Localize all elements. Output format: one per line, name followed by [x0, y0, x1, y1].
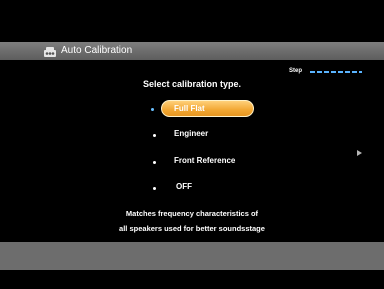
bottom-bar	[0, 242, 384, 270]
option-off[interactable]: OFF	[0, 177, 384, 197]
step-progress-indicator	[310, 71, 362, 73]
calibration-screen: Auto Calibration Step Select calibration…	[0, 0, 384, 289]
option-bullet	[153, 187, 156, 190]
description-line-1: Matches frequency characteristics of	[125, 209, 259, 218]
option-front-reference[interactable]: Front Reference	[0, 151, 384, 171]
description-line-2: all speakers used for better soundsstage	[119, 224, 265, 233]
right-arrow-icon[interactable]	[357, 150, 362, 156]
title-text: Auto Calibration	[61, 45, 133, 56]
option-bullet	[151, 108, 154, 111]
option-bullet	[153, 134, 156, 137]
option-label: Front Reference	[174, 156, 236, 165]
option-engineer[interactable]: Engineer	[0, 124, 384, 144]
option-full-flat[interactable]: Full Flat	[0, 99, 384, 119]
option-bullet	[153, 161, 156, 164]
option-label: OFF	[176, 182, 192, 191]
calibration-panel: Step Select calibration type. Full Flat …	[0, 60, 384, 242]
option-label: Full Flat	[174, 104, 205, 113]
panel-heading: Select calibration type.	[142, 79, 242, 89]
option-label: Engineer	[174, 129, 209, 138]
speaker-calibration-icon	[43, 45, 57, 57]
option-description: Matches frequency characteristics of all…	[0, 206, 384, 236]
title-bar: Auto Calibration	[0, 42, 384, 60]
step-label: Step	[289, 68, 303, 74]
